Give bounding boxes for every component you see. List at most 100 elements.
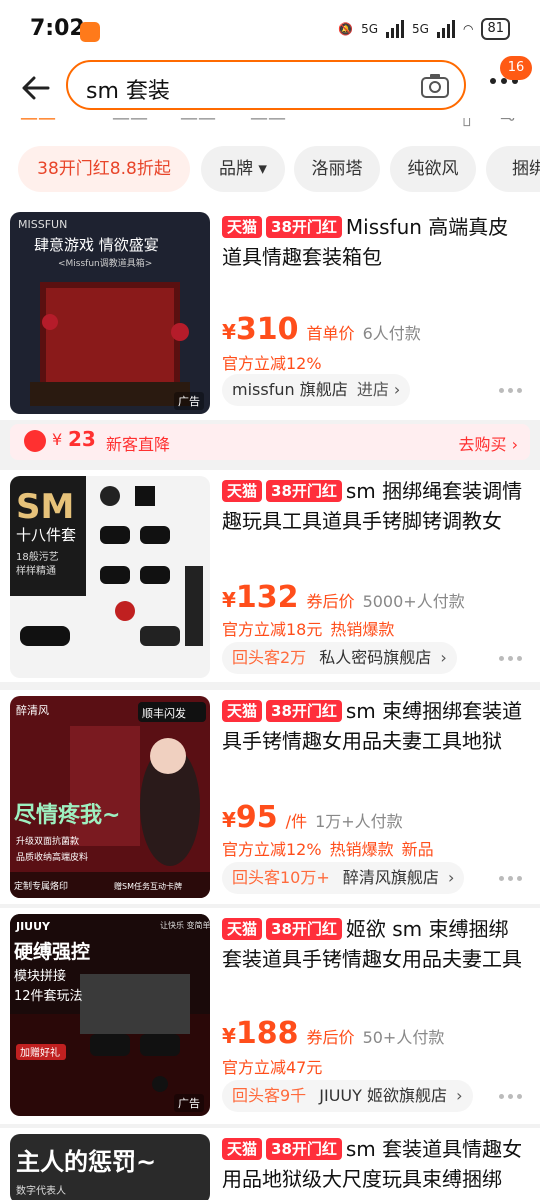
promo-tag: 38开门红 — [266, 918, 342, 940]
product-image[interactable]: SM 十八件套 18般污艺 样样精通 — [10, 476, 210, 678]
product-card[interactable]: MISSFUN 肆意游戏 情欲盛宴 <Missfun调教道具箱> 广告 天猫 38… — [0, 206, 540, 420]
product-title[interactable]: 天猫 38开门红 姬欲 sm 束缚捆绑套装道具手铐情趣女用品夫妻工具 — [222, 914, 528, 974]
coupon-text: 新客直降 — [106, 435, 171, 454]
promo-row: 官方立减47元 — [222, 1054, 330, 1078]
repeat-customers: 回头客2万 — [232, 648, 307, 667]
shop-link[interactable]: missfun 旗舰店 进店 › — [222, 374, 411, 406]
sold-count: 6人付款 — [362, 324, 421, 343]
chevron-right-icon: › — [456, 1086, 463, 1105]
product-card[interactable]: 醉清风 顺丰闪发 尽情疼我~ 升级双面抗菌款 品质收纳高端皮料 定制专属烙印 赠… — [0, 690, 540, 904]
mute-icon: 🔕 — [338, 22, 354, 36]
price-row: ¥ 132 券后价 5000+人付款 — [222, 580, 465, 615]
product-title[interactable]: 天猫 38开门红 sm 套装道具情趣女用品地狱级大尺度玩具束缚捆绑 — [222, 1134, 528, 1194]
shop-name: JIUUY 姬欲旗舰店 — [319, 1086, 448, 1105]
promo-label: 热销爆款 — [330, 620, 395, 639]
more-options-icon[interactable] — [499, 876, 522, 881]
image-headline: 尽情疼我~ — [14, 802, 120, 828]
back-arrow-icon[interactable] — [18, 70, 54, 106]
image-gift: 加赠好礼 — [20, 1046, 60, 1059]
currency: ¥ — [222, 320, 236, 344]
image-caption: <Missfun调教道具箱> — [58, 257, 152, 269]
image-caption-2: 品质收纳高端皮料 — [16, 851, 88, 863]
product-image[interactable]: 醉清风 顺丰闪发 尽情疼我~ 升级双面抗菌款 品质收纳高端皮料 定制专属烙印 赠… — [10, 696, 210, 898]
camera-icon[interactable] — [420, 73, 450, 103]
tmall-tag: 天猫 — [222, 216, 263, 238]
sold-count: 50+人付款 — [362, 1028, 445, 1047]
image-headline: 十八件套 — [16, 526, 76, 544]
status-bar: 7:02 🔕 5G 5G ◠ 81 — [0, 0, 540, 56]
filter-chips: 38开门红8.8折起 品牌 ▾ 洛丽塔 纯欲风 捆绑 — [0, 134, 540, 206]
product-image[interactable]: MISSFUN 肆意游戏 情欲盛宴 <Missfun调教道具箱> 广告 — [10, 212, 210, 414]
image-caption-2: 样样精通 — [16, 564, 56, 577]
chevron-right-icon: › — [440, 648, 447, 667]
filter-icon[interactable]: ⊸ — [500, 118, 515, 129]
taobao-app-icon — [80, 22, 100, 42]
more-options-icon[interactable] — [499, 1094, 522, 1099]
price-note: /件 — [285, 812, 308, 831]
lightning-icon — [24, 430, 46, 452]
image-caption: 升级双面抗菌款 — [16, 835, 79, 847]
promo-label: 官方立减12% — [222, 840, 322, 859]
search-query: sm 套装 — [86, 79, 170, 104]
chip-brand[interactable]: 品牌 ▾ — [201, 146, 285, 192]
search-input[interactable]: sm 套装 — [66, 60, 466, 110]
coupon-currency: ¥ — [52, 430, 63, 449]
search-header: sm 套装 16 — [0, 56, 540, 118]
chip-promo[interactable]: 38开门红8.8折起 — [18, 146, 190, 192]
product-title[interactable]: 天猫 38开门红 sm 捆绑绳套装调情趣玩具工具道具手铐脚铐调教女 — [222, 476, 528, 536]
promo-label: 官方立减47元 — [222, 1058, 323, 1077]
image-headline: 肆意游戏 情欲盛宴 — [34, 236, 159, 254]
image-caption-3: 定制专属烙印 — [14, 880, 68, 892]
product-title-text: Missfun 高端真皮道具情趣套装箱包 — [222, 215, 509, 269]
product-card[interactable]: SM 十八件套 18般污艺 样样精通 天猫 38开门红 sm 捆绑绳套装调情趣玩具工… — [0, 470, 540, 682]
image-brand: JIUUY — [15, 920, 51, 933]
sort-tabs: —— —— —— —— ▯ ⊸ — [0, 118, 540, 134]
product-image[interactable]: 主人的惩罚~ 数字代表人 — [10, 1134, 210, 1200]
price-row: ¥ 188 券后价 50+人付款 — [222, 1016, 444, 1051]
product-title[interactable]: 天猫 38开门红 Missfun 高端真皮道具情趣套装箱包 — [222, 212, 528, 272]
ad-label: 广告 — [174, 1094, 204, 1112]
currency: ¥ — [222, 1024, 236, 1048]
currency: ¥ — [222, 588, 236, 612]
wifi-icon: ◠ — [462, 22, 474, 36]
tmall-tag: 天猫 — [222, 918, 263, 940]
more-options-icon[interactable] — [499, 656, 522, 661]
price: 188 — [235, 1016, 299, 1051]
chip-bind[interactable]: 捆绑 — [486, 146, 540, 192]
promo-label: 热销爆款 — [329, 840, 394, 859]
promo-tag: 38开门红 — [266, 480, 342, 502]
promo-tag: 38开门红 — [266, 700, 342, 722]
tmall-tag: 天猫 — [222, 480, 263, 502]
price: 132 — [235, 580, 299, 615]
image-caption-4: 赠SM任务互动卡牌 — [114, 881, 182, 891]
image-caption: 18般污艺 — [16, 550, 59, 563]
price: 310 — [235, 312, 299, 347]
promo-label: 官方立减12% — [222, 354, 322, 373]
image-badge: 顺丰闪发 — [142, 706, 186, 720]
shop-link[interactable]: 回头客2万 私人密码旗舰店 › — [222, 642, 457, 674]
chip-pure[interactable]: 纯欲风 — [390, 146, 476, 192]
coupon-buy-button[interactable]: 去购买 › — [459, 431, 519, 455]
status-icons: 🔕 5G 5G ◠ 81 — [338, 18, 510, 40]
grid-view-icon[interactable]: ▯ — [462, 118, 472, 129]
shop-link[interactable]: 回头客10万+ 醉清风旗舰店 › — [222, 862, 465, 894]
more-options-icon[interactable] — [499, 388, 522, 393]
currency: ¥ — [222, 808, 236, 832]
shop-name: missfun 旗舰店 — [232, 380, 348, 399]
shop-link[interactable]: 回头客9千 JIUUY 姬欲旗舰店 › — [222, 1080, 473, 1112]
image-caption: 数字代表人 — [16, 1184, 66, 1197]
product-title[interactable]: 天猫 38开门红 sm 束缚捆绑套装道具手铐情趣女用品夫妻工具地狱 — [222, 696, 528, 756]
new-customer-coupon[interactable]: ¥ 23 新客直降 去购买 › — [10, 424, 530, 460]
shop-name: 醉清风旗舰店 — [342, 868, 439, 887]
product-image[interactable]: JIUUY 让快乐 变简单 硬缚强控 模块拼接 12件套玩法 加赠好礼 广告 — [10, 914, 210, 1116]
price-row: ¥ 310 首单价 6人付款 — [222, 312, 421, 347]
chip-lolita[interactable]: 洛丽塔 — [294, 146, 380, 192]
sold-count: 1万+人付款 — [315, 812, 403, 831]
image-caption: 模块拼接 — [14, 968, 66, 984]
ad-label: 广告 — [174, 392, 204, 410]
product-card[interactable]: 主人的惩罚~ 数字代表人 天猫 38开门红 sm 套装道具情趣女用品地狱级大尺度玩具… — [0, 1128, 540, 1200]
image-slogan: 让快乐 变简单 — [160, 920, 210, 930]
product-card[interactable]: JIUUY 让快乐 变简单 硬缚强控 模块拼接 12件套玩法 加赠好礼 广告 天… — [0, 908, 540, 1124]
tmall-tag: 天猫 — [222, 700, 263, 722]
promo-row: 官方立减18元 热销爆款 — [222, 616, 402, 640]
